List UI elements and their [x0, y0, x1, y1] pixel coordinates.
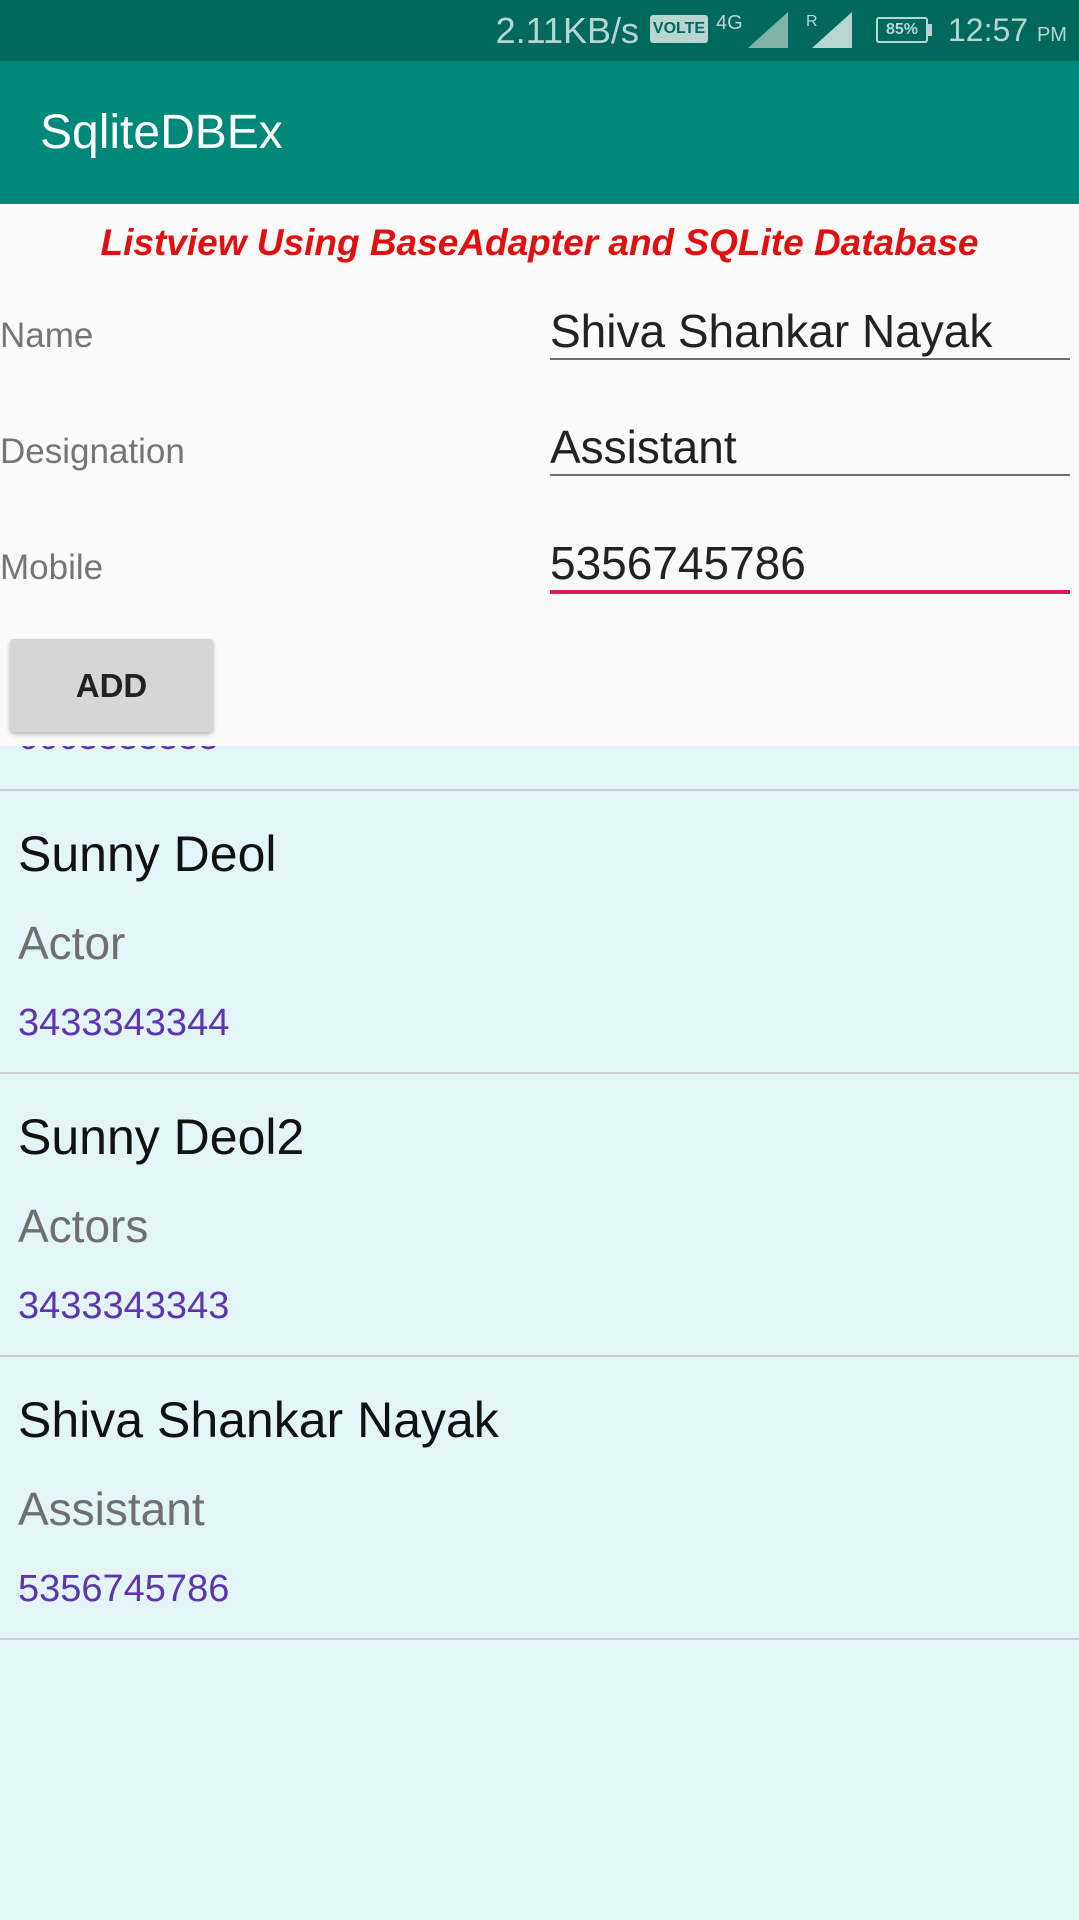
- list-item[interactable]: Sunny Deol2 Actors 3433343343: [0, 1074, 1079, 1356]
- mobile-field[interactable]: [550, 536, 1070, 594]
- list-item[interactable]: Shiva Shankar Nayak Assistant 5356745786: [0, 1357, 1079, 1639]
- name-label: Name: [0, 316, 94, 355]
- records-list[interactable]: 6663333333 Sunny Deol Actor 3433343344 S…: [0, 746, 1079, 1920]
- designation-field[interactable]: [550, 420, 1070, 476]
- partial-row-mobile: 6663333333: [18, 746, 218, 758]
- status-bar: 2.11KB/s VOLTE 4G R 85% 12:57 PM: [0, 0, 1079, 61]
- item-name: Sunny Deol: [18, 826, 277, 882]
- item-mobile: 3433343343: [18, 1285, 230, 1327]
- list-divider: [0, 1638, 1079, 1640]
- item-designation: Actors: [18, 1200, 149, 1252]
- battery-tip: [928, 24, 932, 36]
- item-name: Shiva Shankar Nayak: [18, 1392, 499, 1448]
- clock: 12:57 PM: [948, 12, 1067, 49]
- item-designation: Actor: [18, 917, 126, 969]
- entry-form: Listview Using BaseAdapter and SQLite Da…: [0, 204, 1079, 746]
- clock-time: 12:57: [948, 12, 1029, 48]
- roaming-indicator: R: [806, 13, 818, 30]
- network-speed: 2.11KB/s: [495, 10, 639, 51]
- item-designation: Assistant: [18, 1483, 205, 1535]
- roaming-signal-icon: R: [806, 12, 852, 48]
- name-field[interactable]: [550, 304, 1070, 360]
- form-subtitle: Listview Using BaseAdapter and SQLite Da…: [100, 222, 979, 263]
- item-mobile: 5356745786: [18, 1568, 230, 1610]
- item-name: Sunny Deol2: [18, 1109, 305, 1165]
- volte-badge: VOLTE: [650, 15, 708, 43]
- app-title: SqliteDBEx: [40, 106, 283, 159]
- add-button[interactable]: ADD: [10, 639, 213, 732]
- item-mobile: 3433343344: [18, 1002, 230, 1044]
- network-type: 4G: [716, 12, 743, 34]
- signal-icon: [748, 12, 788, 48]
- app-bar: SqliteDBEx: [0, 61, 1079, 204]
- designation-label: Designation: [0, 432, 185, 471]
- clock-ampm: PM: [1036, 24, 1067, 46]
- mobile-label: Mobile: [0, 548, 104, 587]
- list-item[interactable]: Sunny Deol Actor 3433343344: [0, 791, 1079, 1073]
- battery-icon: 85%: [876, 17, 928, 43]
